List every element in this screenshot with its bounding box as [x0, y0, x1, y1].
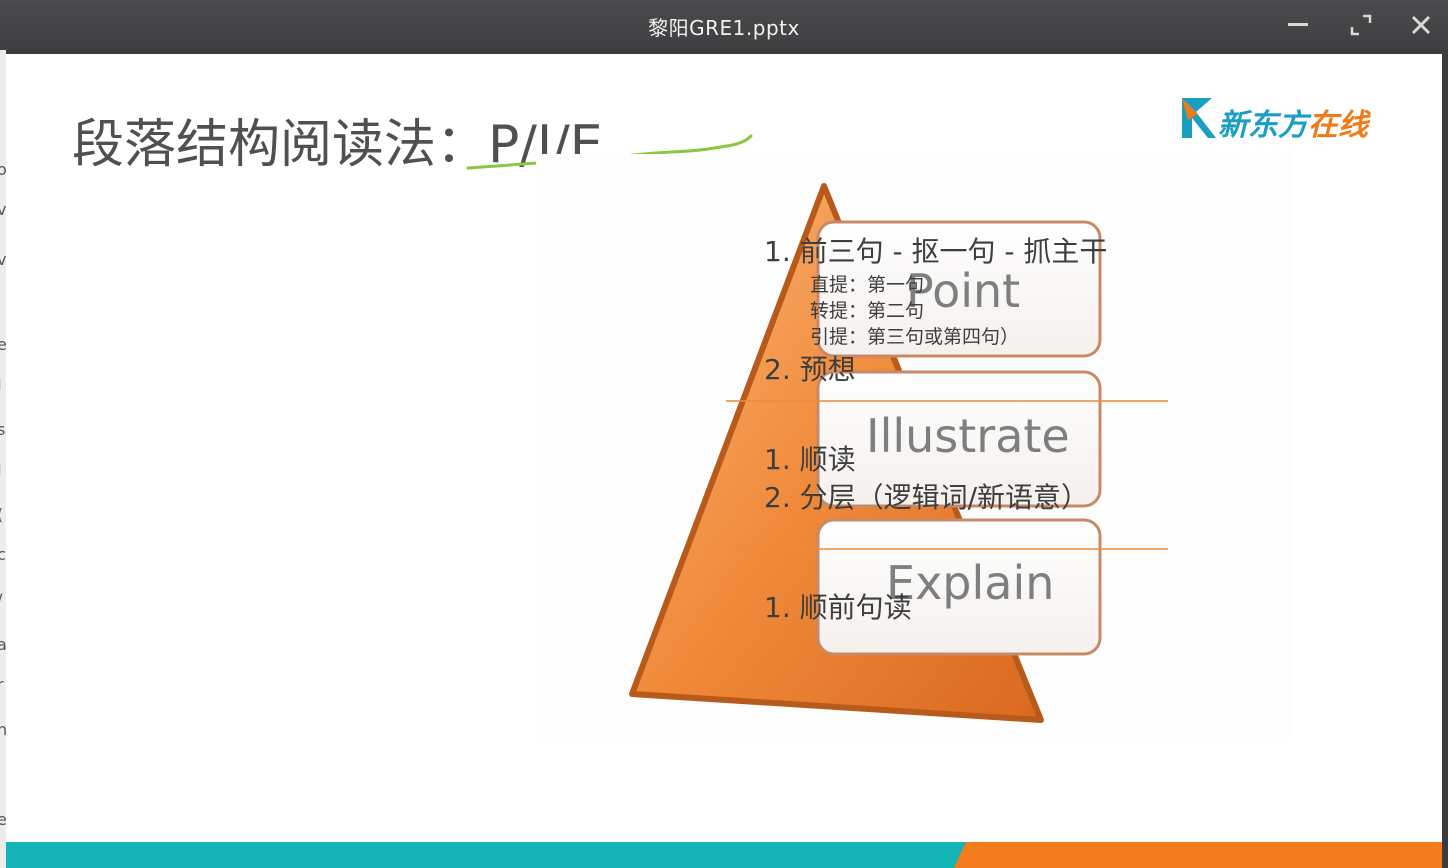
illustrate-item-1: 1. 顺读 [764, 443, 856, 476]
edge-char: r [0, 675, 4, 694]
maximize-icon [1350, 14, 1372, 36]
point-item-2: 2. 预想 [764, 353, 856, 386]
maximize-button[interactable] [1348, 12, 1374, 38]
edge-char: I [0, 375, 2, 394]
point-item-1: 1. 前三句 - 抠一句 - 抓主干 [764, 235, 1108, 268]
minimize-icon [1288, 23, 1308, 26]
window-title-bar: 黎阳GRE1.pptx [0, 0, 1448, 50]
edge-char: s [0, 420, 6, 439]
edge-char: i [0, 765, 1, 784]
close-icon [1411, 15, 1431, 35]
edge-char: / [0, 590, 2, 609]
point-subitem-3: 引提：第三句或第四句） [810, 326, 1020, 348]
edge-char: c [0, 545, 6, 564]
edge-char: ( [0, 505, 3, 524]
illustrate-item-2: 2. 分层（逻辑词/新语意） [764, 481, 1090, 514]
logo-text: 新东方在线 [1218, 100, 1368, 144]
window-title: 黎阳GRE1.pptx [648, 16, 800, 40]
point-subitem-2: 转提：第二句 [810, 300, 925, 322]
presentation-slide: 段落结构阅读法：P/I/E 新东方在线 Point Illustrate Exp… [6, 54, 1442, 868]
logo-text-part2: 在线 [1308, 108, 1368, 143]
close-button[interactable] [1408, 12, 1434, 38]
new-oriental-logo-icon [1182, 98, 1216, 138]
explain-item-1: 1. 顺前句读 [764, 591, 912, 624]
edge-char: I [0, 460, 2, 479]
footer-bar-orange [954, 842, 1442, 868]
point-subitem-1: 直提：第一句 [810, 274, 925, 296]
new-oriental-logo: 新东方在线 [1178, 94, 1368, 150]
card-label-illustrate: Illustrate [866, 409, 1070, 463]
logo-text-part1: 新东方 [1218, 108, 1308, 143]
footer-bar-teal [6, 842, 966, 868]
minimize-button[interactable] [1285, 12, 1311, 38]
